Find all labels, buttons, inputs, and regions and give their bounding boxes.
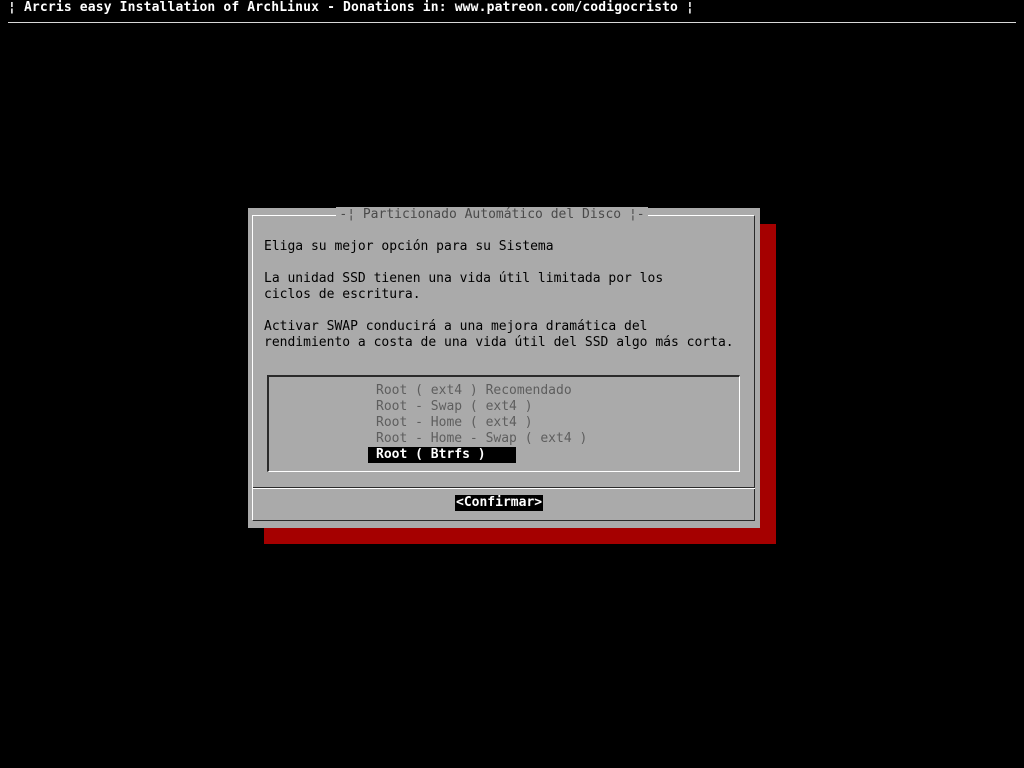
swap-note-line-1: Activar SWAP conducirá a una mejora dram… <box>264 319 648 334</box>
back-title-rule <box>8 22 1016 23</box>
dialog-frame <box>252 215 755 521</box>
menu-item-root-swap-ext4[interactable]: Root - Swap ( ext4 ) <box>374 399 533 415</box>
menu-item-root-btrfs[interactable]: Root ( Btrfs ) <box>368 447 516 463</box>
button-divider <box>253 487 755 489</box>
menu-item-root-home-ext4[interactable]: Root - Home ( ext4 ) <box>374 415 533 431</box>
prompt-text: Eliga su mejor opción para su Sistema <box>264 239 554 254</box>
menu-item-root-home-swap-ext4[interactable]: Root - Home - Swap ( ext4 ) <box>374 431 587 447</box>
partition-dialog: -¦ Particionado Automático del Disco ¦- … <box>248 207 760 528</box>
ssd-note-line-1: La unidad SSD tienen una vida útil limit… <box>264 271 664 286</box>
dialog-title: -¦ Particionado Automático del Disco ¦- <box>336 207 648 223</box>
ssd-note-line-2: ciclos de escritura. <box>264 287 421 302</box>
menu-item-root-ext4-recommended[interactable]: Root ( ext4 ) Recomendado <box>374 383 572 399</box>
swap-note-line-2: rendimiento a costa de una vida útil del… <box>264 335 734 350</box>
back-title: ¦ Arcris easy Installation of ArchLinux … <box>8 0 694 15</box>
confirm-button[interactable]: <Confirmar> <box>455 495 544 511</box>
